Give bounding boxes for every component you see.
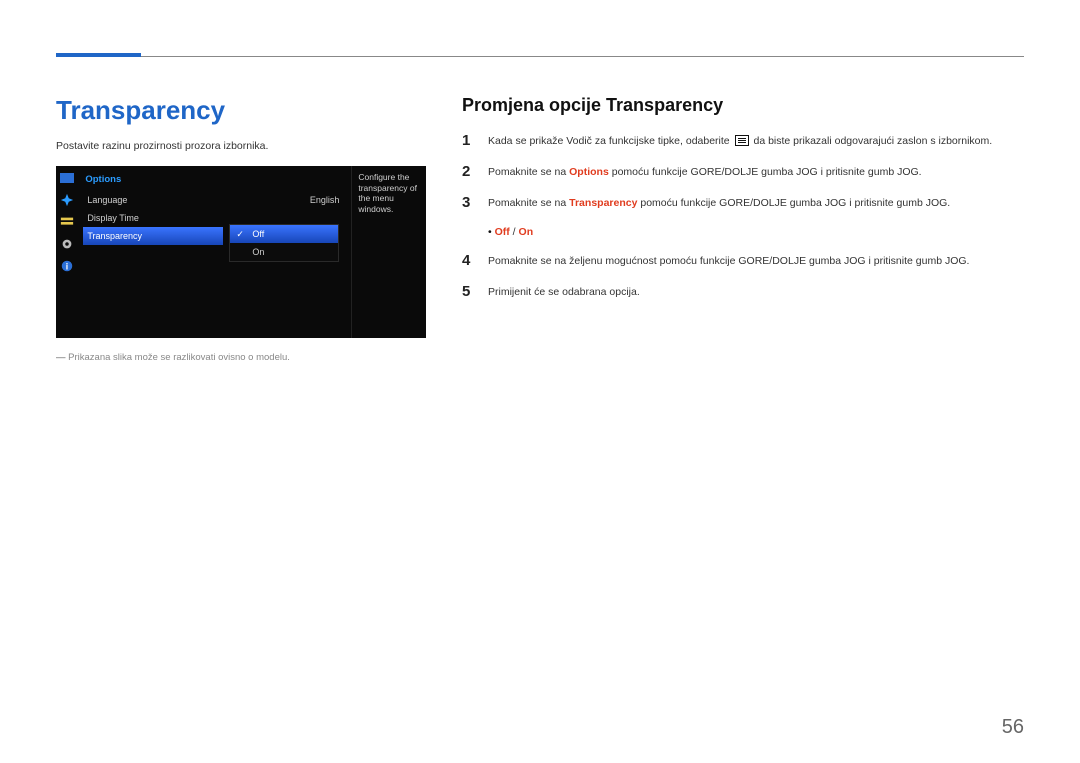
popup-option-off: ✓ Off	[230, 225, 338, 243]
osd-sidebar: i	[56, 166, 77, 338]
keyword: Options	[569, 166, 609, 178]
options-bullet: Off / On	[488, 226, 1024, 238]
osd-help-text: Configure the transparency of the menu w…	[358, 172, 420, 215]
osd-help-panel: Configure the transparency of the menu w…	[351, 166, 426, 338]
step-text: Pomaknite se na Options pomoću funkcije …	[488, 163, 922, 180]
osd-row-label: Display Time	[87, 213, 139, 223]
info-icon: i	[60, 260, 74, 272]
bullet-dot	[488, 226, 495, 238]
text-fragment: Kada se prikaže Vodič za funkcijske tipk…	[488, 135, 733, 147]
monitor-icon	[60, 172, 74, 184]
text-fragment: pomoću funkcije GORE/DOLJE gumba JOG i p…	[637, 197, 950, 209]
osd-row-transparency: Transparency	[83, 227, 223, 245]
step-text: Kada se prikaže Vodič za funkcijske tipk…	[488, 132, 992, 149]
step-text: Pomaknite se na Transparency pomoću funk…	[488, 194, 950, 211]
text-fragment: Pomaknite se na	[488, 197, 569, 209]
gear-icon	[60, 238, 74, 250]
page-number: 56	[1002, 716, 1024, 739]
menu-icon	[735, 135, 749, 146]
list-icon	[60, 216, 74, 228]
text-fragment: da biste prikazali odgovarajući zaslon s…	[751, 135, 993, 147]
section-heading: Promjena opcije Transparency	[462, 95, 1024, 116]
separator: /	[510, 226, 519, 238]
step-3: 3 Pomaknite se na Transparency pomoću fu…	[462, 194, 1024, 211]
svg-text:i: i	[65, 262, 67, 272]
description-text: Postavite razinu prozirnosti prozora izb…	[56, 140, 434, 152]
check-icon: ✓	[236, 229, 246, 240]
step-2: 2 Pomaknite se na Options pomoću funkcij…	[462, 163, 1024, 180]
step-number: 4	[462, 252, 476, 269]
popup-option-label: Off	[252, 229, 264, 239]
text-fragment: Pomaknite se na	[488, 166, 569, 178]
osd-row-language: Language English	[83, 191, 343, 209]
step-5: 5 Primijenit će se odabrana opcija.	[462, 283, 1024, 300]
step-number: 3	[462, 194, 476, 211]
popup-option-label: On	[252, 247, 264, 257]
step-text: Pomaknite se na željenu mogućnost pomoću…	[488, 252, 969, 269]
osd-popup: ✓ Off ✓ On	[229, 224, 339, 262]
osd-panel-title: Options	[83, 172, 343, 189]
adjust-icon	[60, 194, 74, 206]
step-text: Primijenit će se odabrana opcija.	[488, 283, 640, 300]
page-title: Transparency	[56, 95, 434, 126]
option-on: On	[519, 226, 534, 238]
option-off: Off	[495, 226, 510, 238]
step-number: 5	[462, 283, 476, 300]
osd-row-label: Language	[87, 195, 127, 205]
osd-row-label: Transparency	[87, 231, 142, 241]
step-4: 4 Pomaknite se na željenu mogućnost pomo…	[462, 252, 1024, 269]
osd-screenshot: i Options Language English Display Time	[56, 166, 426, 338]
step-1: 1 Kada se prikaže Vodič za funkcijske ti…	[462, 132, 1024, 149]
step-number: 2	[462, 163, 476, 180]
text-fragment: pomoću funkcije GORE/DOLJE gumba JOG i p…	[609, 166, 922, 178]
osd-row-value: English	[310, 195, 340, 205]
popup-option-on: ✓ On	[230, 243, 338, 261]
model-footnote: Prikazana slika može se razlikovati ovis…	[56, 352, 434, 363]
keyword: Transparency	[569, 197, 637, 209]
step-number: 1	[462, 132, 476, 149]
header-rule	[111, 56, 1024, 57]
